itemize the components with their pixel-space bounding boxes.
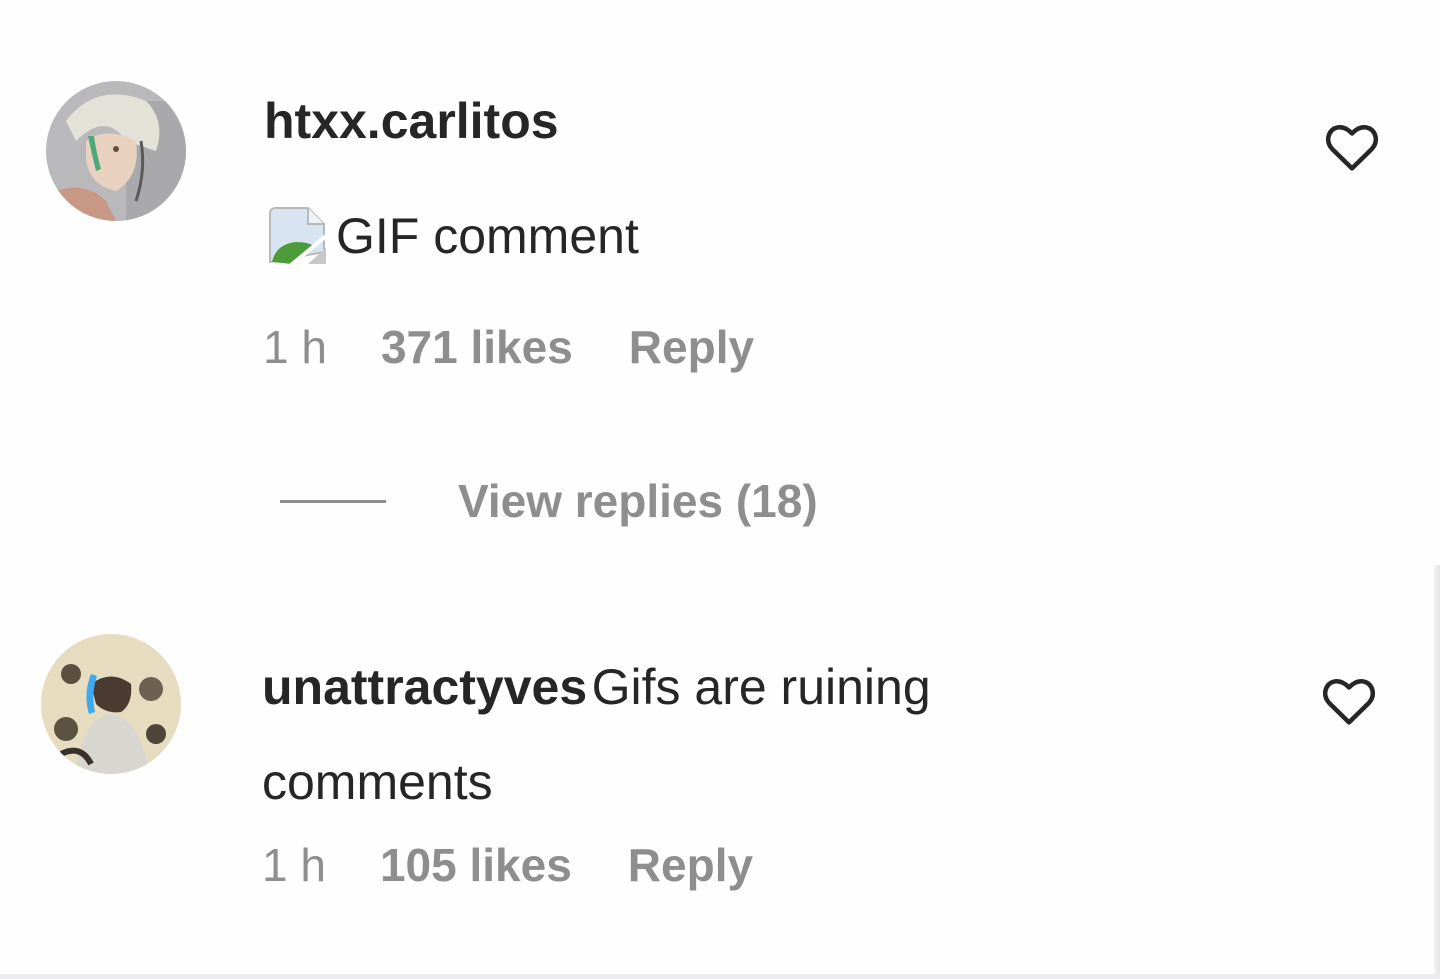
comment-likes-count[interactable]: 105 likes — [380, 838, 572, 892]
comment-username[interactable]: htxx.carlitos — [264, 92, 559, 150]
broken-image-icon — [262, 200, 334, 272]
heart-outline-icon — [1325, 125, 1379, 171]
comment-username[interactable]: unattractyves — [262, 659, 587, 715]
comment-meta: 1 h 105 likes Reply — [262, 838, 753, 892]
comment-meta: 1 h 371 likes Reply — [263, 320, 754, 374]
avatar[interactable] — [41, 634, 181, 774]
comment-text: unattractyves Gifs are ruining comments — [262, 646, 1162, 836]
avatar[interactable] — [46, 81, 186, 221]
comments-panel: htxx.carlitos GIF comment 1 h 371 likes … — [0, 0, 1440, 979]
panel-edge — [1434, 565, 1440, 979]
like-button[interactable] — [1325, 122, 1379, 172]
gif-placeholder-label: GIF comment — [336, 208, 639, 264]
reply-button[interactable]: Reply — [629, 320, 754, 374]
view-replies-divider — [280, 499, 386, 503]
heart-outline-icon — [1322, 679, 1376, 725]
panel-bottom-edge — [0, 974, 1440, 979]
view-replies-button[interactable]: View replies (18) — [280, 474, 818, 528]
gif-comment[interactable]: GIF comment — [262, 200, 639, 272]
reply-button[interactable]: Reply — [628, 838, 753, 892]
comment-likes-count[interactable]: 371 likes — [381, 320, 573, 374]
like-button[interactable] — [1322, 676, 1376, 726]
view-replies-label: View replies (18) — [458, 475, 818, 527]
avatar-image — [46, 81, 186, 221]
comment-timestamp[interactable]: 1 h — [263, 320, 327, 374]
avatar-image — [41, 634, 181, 774]
comment-timestamp[interactable]: 1 h — [262, 838, 326, 892]
